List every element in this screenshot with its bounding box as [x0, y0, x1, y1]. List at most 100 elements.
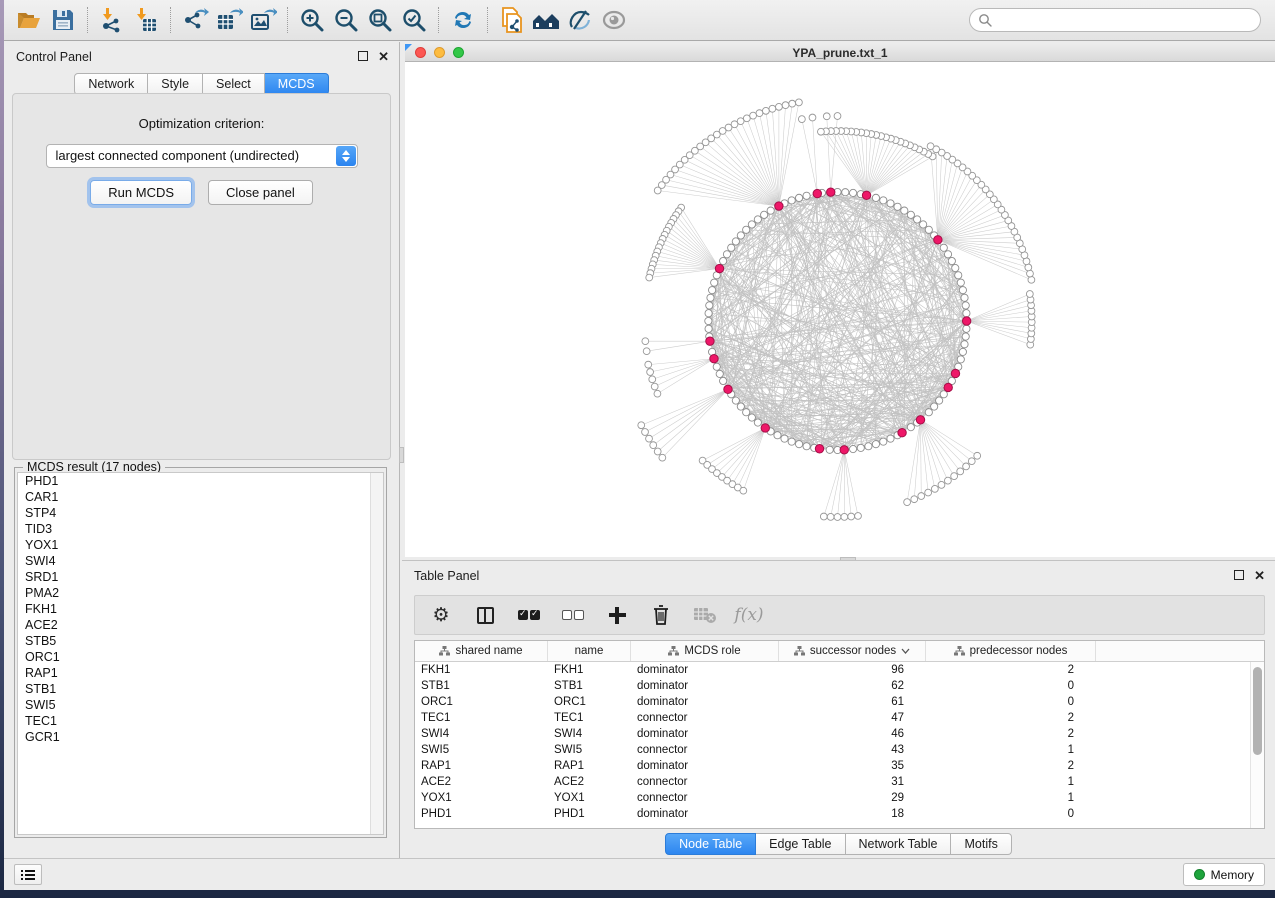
memory-status-icon [1194, 869, 1205, 880]
show-columns-icon[interactable] [473, 603, 497, 627]
tab-motifs[interactable]: Motifs [951, 833, 1011, 855]
tab-edge-table[interactable]: Edge Table [756, 833, 845, 855]
result-list-scrollbar[interactable] [370, 473, 383, 834]
memory-button[interactable]: Memory [1183, 863, 1265, 886]
search-input[interactable] [993, 10, 1252, 30]
select-stepper-icon[interactable] [336, 146, 356, 166]
hide-graphics-details-icon[interactable] [563, 5, 597, 35]
export-network-icon[interactable] [178, 5, 212, 35]
mcds-result-item[interactable]: CAR1 [18, 489, 383, 505]
float-table-panel-icon[interactable] [1234, 569, 1244, 583]
export-image-icon[interactable] [246, 5, 280, 35]
table-row[interactable]: ACE2ACE2connector311 [415, 774, 1264, 790]
tab-style[interactable]: Style [148, 73, 203, 95]
tab-network[interactable]: Network [74, 73, 148, 95]
column-header-MCDS-role[interactable]: MCDS role [631, 641, 779, 661]
function-builder-icon: f(x) [737, 603, 761, 627]
delete-column-icon[interactable] [649, 603, 673, 627]
column-header-successor-nodes[interactable]: successor nodes [779, 641, 926, 661]
zoom-selected-icon[interactable] [397, 5, 431, 35]
save-session-icon[interactable] [46, 5, 80, 35]
import-network-icon[interactable] [95, 5, 129, 35]
optimization-criterion-select[interactable]: largest connected component (undirected) [46, 144, 358, 168]
tab-select[interactable]: Select [203, 73, 265, 95]
network-graph[interactable] [405, 62, 1275, 557]
network-titlebar[interactable]: YPA_prune.txt_1 [405, 44, 1275, 62]
table-row[interactable]: YOX1YOX1connector291 [415, 790, 1264, 806]
vertical-splitter-handle[interactable] [399, 447, 404, 463]
open-session-icon[interactable] [12, 5, 46, 35]
column-header-name[interactable]: name [548, 641, 631, 661]
mcds-result-item[interactable]: ORC1 [18, 649, 383, 665]
zoom-fit-icon[interactable] [363, 5, 397, 35]
mcds-result-item[interactable]: STB1 [18, 681, 383, 697]
close-table-panel-icon[interactable]: ✕ [1254, 569, 1265, 583]
column-header-shared-name[interactable]: shared name [415, 641, 548, 661]
table-row[interactable]: TEC1TEC1connector472 [415, 710, 1264, 726]
tab-network-table[interactable]: Network Table [846, 833, 952, 855]
run-mcds-button[interactable]: Run MCDS [90, 180, 192, 205]
mcds-result-item[interactable]: GCR1 [18, 729, 383, 745]
mcds-result-item[interactable]: PMA2 [18, 585, 383, 601]
column-label: name [575, 645, 604, 657]
table-cell: 35 [779, 758, 926, 774]
mcds-result-list[interactable]: PHD1CAR1STP4TID3YOX1SWI4SRD1PMA2FKH1ACE2… [17, 472, 384, 835]
zoom-out-icon[interactable] [329, 5, 363, 35]
table-cell: 1 [926, 790, 1096, 806]
mcds-result-item[interactable]: TEC1 [18, 713, 383, 729]
mcds-result-item[interactable]: FKH1 [18, 601, 383, 617]
mcds-result-item[interactable]: SWI4 [18, 553, 383, 569]
network-overview-icon[interactable] [529, 5, 563, 35]
sort-desc-icon [901, 645, 910, 657]
table-cell: 31 [779, 774, 926, 790]
table-cell: 46 [779, 726, 926, 742]
mcds-result-item[interactable]: RAP1 [18, 665, 383, 681]
table-row[interactable]: STB1STB1dominator620 [415, 678, 1264, 694]
dev-panel-menu-button[interactable] [14, 864, 42, 885]
table-row[interactable]: SWI4SWI4dominator462 [415, 726, 1264, 742]
close-panel-button[interactable]: Close panel [208, 180, 313, 205]
add-column-icon[interactable] [605, 603, 629, 627]
table-row[interactable]: PHD1PHD1dominator180 [415, 806, 1264, 822]
table-row[interactable]: ORC1ORC1dominator610 [415, 694, 1264, 710]
import-table-icon[interactable] [129, 5, 163, 35]
table-settings-icon[interactable]: ⚙ [429, 603, 453, 627]
zoom-in-icon[interactable] [295, 5, 329, 35]
table-scrollbar[interactable] [1250, 662, 1264, 828]
refresh-view-icon[interactable] [446, 5, 480, 35]
mcds-result-item[interactable]: STP4 [18, 505, 383, 521]
column-header-predecessor-nodes[interactable]: predecessor nodes [926, 641, 1096, 661]
mcds-result-item[interactable]: TID3 [18, 521, 383, 537]
clone-network-icon[interactable] [495, 5, 529, 35]
delete-table-icon [693, 603, 717, 627]
table-row[interactable]: SWI5SWI5connector431 [415, 742, 1264, 758]
mcds-result-item[interactable]: SRD1 [18, 569, 383, 585]
close-panel-icon[interactable]: ✕ [378, 50, 389, 64]
control-panel-title: Control Panel [16, 50, 92, 64]
table-cell: FKH1 [415, 662, 548, 678]
memory-label: Memory [1211, 868, 1254, 882]
tab-mcds[interactable]: MCDS [265, 73, 329, 95]
table-cell: SWI4 [548, 726, 631, 742]
table-row[interactable]: RAP1RAP1dominator352 [415, 758, 1264, 774]
export-table-icon[interactable] [212, 5, 246, 35]
deselect-all-icon[interactable] [561, 603, 585, 627]
mcds-result-item[interactable]: STB5 [18, 633, 383, 649]
show-graphics-details-icon[interactable] [597, 5, 631, 35]
network-canvas[interactable] [405, 62, 1275, 557]
select-all-icon[interactable] [517, 603, 541, 627]
main-toolbar [4, 0, 1275, 41]
node-table[interactable]: shared name name MCDS rolesuccessor nodesp… [414, 640, 1265, 829]
mcds-result-item[interactable]: YOX1 [18, 537, 383, 553]
table-cell: SWI5 [548, 742, 631, 758]
table-scrollbar-thumb[interactable] [1253, 667, 1262, 755]
mcds-result-item[interactable]: ACE2 [18, 617, 383, 633]
table-cell: dominator [631, 678, 779, 694]
toolbar-divider [287, 7, 288, 33]
float-panel-icon[interactable] [358, 50, 368, 64]
table-row[interactable]: FKH1FKH1dominator962 [415, 662, 1264, 678]
tab-node-table[interactable]: Node Table [665, 833, 756, 855]
mcds-result-item[interactable]: SWI5 [18, 697, 383, 713]
table-cell: 1 [926, 774, 1096, 790]
mcds-result-item[interactable]: PHD1 [18, 473, 383, 489]
